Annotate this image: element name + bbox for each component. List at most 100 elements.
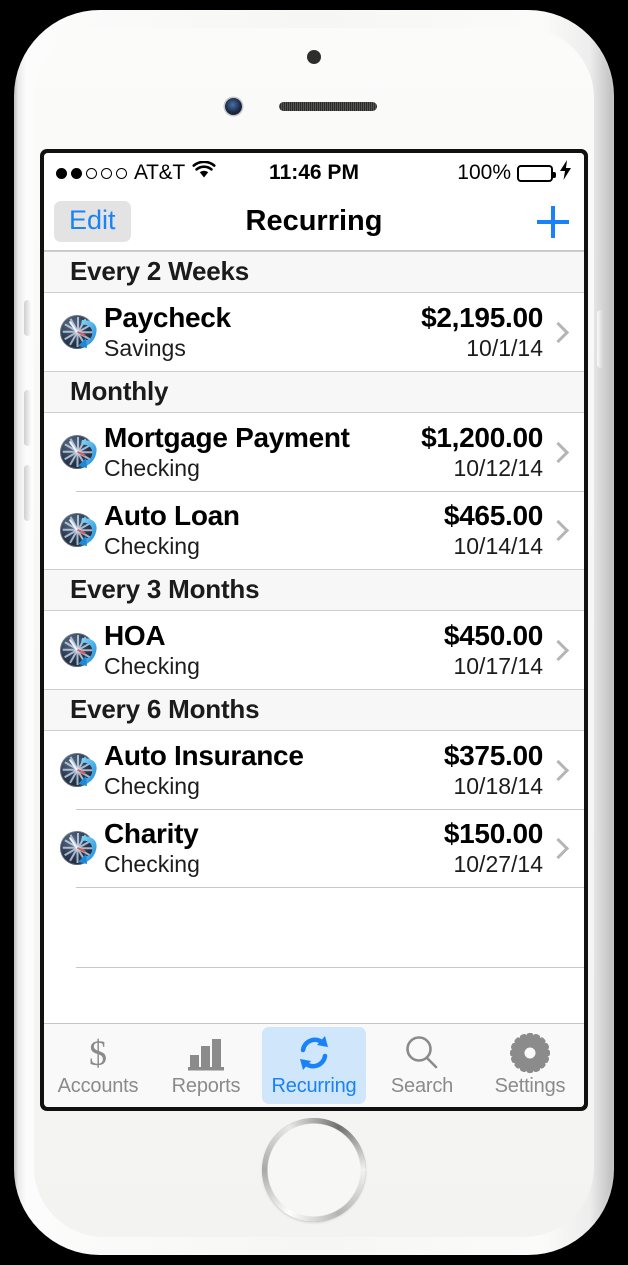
row-text-block: Auto Loan Checking (104, 500, 444, 561)
row-date: 10/27/14 (453, 850, 543, 877)
search-icon (402, 1033, 442, 1073)
recurring-row[interactable]: Paycheck Savings $2,195.00 10/1/14 (44, 293, 584, 371)
wifi-icon (192, 160, 216, 185)
row-value-block: $150.00 10/27/14 (444, 818, 543, 879)
row-title: Auto Insurance (104, 739, 304, 771)
row-text-block: Charity Checking (104, 818, 444, 879)
tab-search[interactable]: Search (370, 1027, 474, 1104)
chevron-right-icon (547, 519, 570, 541)
circular-arrow-icon (76, 436, 100, 468)
cellular-signal-icon (56, 167, 127, 179)
tab-recurring[interactable]: Recurring (262, 1027, 366, 1104)
recurring-row[interactable]: Charity Checking $150.00 10/27/14 (44, 809, 584, 887)
section-header: Monthly (44, 371, 584, 413)
empty-list-row (44, 967, 584, 1023)
section-header: Every 2 Weeks (44, 251, 584, 293)
charging-bolt-icon (559, 160, 572, 186)
recurring-clock-icon (60, 829, 98, 867)
front-camera-icon (225, 98, 242, 115)
svg-text:$: $ (89, 1033, 107, 1073)
gear-icon (510, 1033, 550, 1073)
recurring-clock-icon (60, 433, 98, 471)
row-value-block: $1,200.00 10/12/14 (421, 422, 543, 483)
row-text-block: Paycheck Savings (104, 302, 421, 363)
row-account-label: Savings (104, 334, 186, 361)
row-date: 10/12/14 (453, 454, 543, 481)
circular-arrow-icon (76, 514, 100, 546)
row-date: 10/14/14 (453, 532, 543, 559)
recurring-row[interactable]: HOA Checking $450.00 10/17/14 (44, 611, 584, 689)
section-header: Every 3 Months (44, 569, 584, 611)
screenshot-stage: AT&T 11:46 PM 100% Edit Recurring Every … (0, 0, 628, 1265)
proximity-sensor-icon (307, 50, 321, 64)
tab-label: Reports (171, 1075, 241, 1097)
row-date: 10/1/14 (466, 334, 543, 361)
row-text-block: Auto Insurance Checking (104, 740, 444, 801)
chevron-right-icon (547, 837, 570, 859)
row-account-label: Checking (104, 532, 200, 559)
recurring-list[interactable]: Every 2 Weeks Paycheck Savings $2,195.00 10/… (44, 251, 584, 1023)
recurring-clock-icon (60, 313, 98, 351)
tab-bar: $ Accounts Reports Recurring Search Settings (44, 1023, 584, 1107)
refresh-cycle-icon (294, 1033, 334, 1073)
row-title: HOA (104, 619, 166, 651)
row-account-label: Checking (104, 652, 200, 679)
row-account-label: Checking (104, 850, 200, 877)
recurring-clock-icon (60, 511, 98, 549)
circular-arrow-icon (76, 832, 100, 864)
chevron-right-icon (547, 441, 570, 463)
row-value-block: $450.00 10/17/14 (444, 620, 543, 681)
status-bar-right: 100% (457, 160, 572, 186)
row-title: Auto Loan (104, 499, 240, 531)
row-amount: $2,195.00 (421, 301, 543, 333)
tab-label: Accounts (57, 1075, 139, 1097)
row-title: Charity (104, 817, 199, 849)
row-text-block: HOA Checking (104, 620, 444, 681)
battery-icon (517, 164, 556, 182)
battery-percent-label: 100% (457, 161, 511, 184)
tab-settings[interactable]: Settings (478, 1027, 582, 1104)
tab-reports[interactable]: Reports (154, 1027, 258, 1104)
home-button[interactable] (267, 1123, 361, 1217)
volume-down-button[interactable] (24, 465, 31, 521)
empty-list-row (44, 887, 584, 967)
recurring-row[interactable]: Auto Insurance Checking $375.00 10/18/14 (44, 731, 584, 809)
tab-label: Recurring (271, 1075, 357, 1097)
row-value-block: $2,195.00 10/1/14 (421, 302, 543, 363)
add-recurring-button[interactable] (532, 201, 574, 243)
earpiece-speaker (279, 102, 377, 111)
row-account-label: Checking (104, 772, 200, 799)
row-amount: $1,200.00 (421, 421, 543, 453)
row-title: Mortgage Payment (104, 421, 350, 453)
phone-screen: AT&T 11:46 PM 100% Edit Recurring Every … (44, 153, 584, 1107)
row-amount: $150.00 (443, 817, 543, 849)
status-bar: AT&T 11:46 PM 100% (44, 153, 584, 193)
recurring-row[interactable]: Auto Loan Checking $465.00 10/14/14 (44, 491, 584, 569)
row-title: Paycheck (104, 301, 231, 333)
circular-arrow-icon (76, 634, 100, 666)
row-amount: $375.00 (443, 739, 543, 771)
power-button[interactable] (597, 310, 604, 368)
status-bar-left: AT&T (56, 160, 216, 185)
row-account-label: Checking (104, 454, 200, 481)
chevron-right-icon (547, 759, 570, 781)
tab-accounts[interactable]: $ Accounts (46, 1027, 150, 1104)
circular-arrow-icon (76, 316, 100, 348)
row-amount: $465.00 (443, 499, 543, 531)
row-amount: $450.00 (443, 619, 543, 651)
row-value-block: $375.00 10/18/14 (444, 740, 543, 801)
tab-label: Settings (494, 1075, 566, 1097)
circular-arrow-icon (76, 754, 100, 786)
carrier-label: AT&T (134, 161, 185, 184)
bar-chart-icon (186, 1033, 226, 1073)
tab-label: Search (390, 1075, 454, 1097)
volume-up-button[interactable] (24, 390, 31, 446)
edit-button[interactable]: Edit (54, 200, 131, 243)
recurring-row[interactable]: Mortgage Payment Checking $1,200.00 10/12/1… (44, 413, 584, 491)
silent-switch[interactable] (24, 300, 31, 336)
navigation-bar: Edit Recurring (44, 193, 584, 251)
chevron-right-icon (547, 639, 570, 661)
dollar-sign-icon: $ (79, 1033, 117, 1073)
row-text-block: Mortgage Payment Checking (104, 422, 421, 483)
screen-bezel: AT&T 11:46 PM 100% Edit Recurring Every … (40, 149, 588, 1111)
